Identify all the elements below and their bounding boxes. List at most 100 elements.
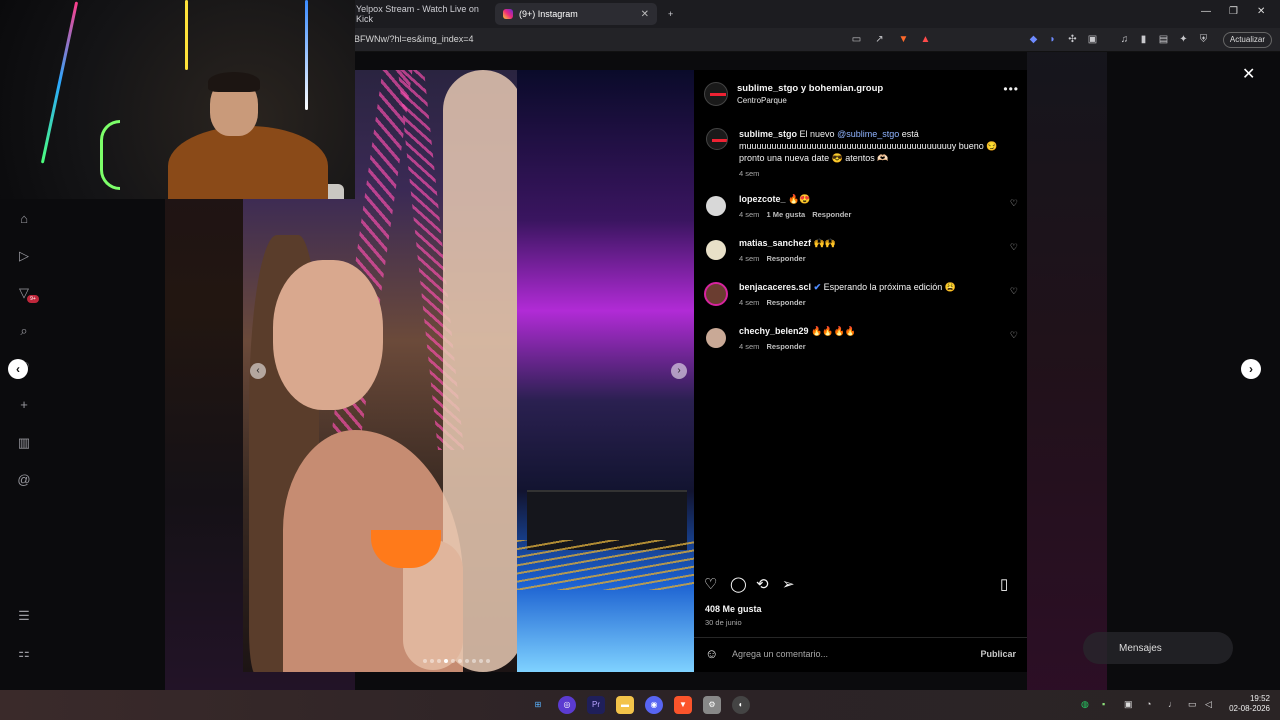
streamer-webcam [0, 0, 355, 199]
comment-icon[interactable]: ◯ [730, 575, 747, 593]
comment-like-icon[interactable]: ♡ [1010, 198, 1018, 209]
dj-cables [517, 540, 694, 590]
cast-icon[interactable]: ▭ [850, 33, 863, 46]
search-icon[interactable]: ⌕ [16, 323, 32, 339]
reply-button[interactable]: Responder [766, 298, 805, 307]
wallet-icon[interactable]: ▤ [1157, 33, 1170, 46]
face-shape [273, 260, 383, 410]
publish-button[interactable]: Publicar [980, 649, 1016, 659]
share-icon[interactable]: ➢ [782, 575, 795, 593]
system-clock[interactable]: 19:52 02-08-2026 [1229, 694, 1270, 714]
new-tab-button[interactable]: + [660, 3, 680, 25]
discord-icon[interactable]: ◉ [645, 696, 663, 714]
create-icon[interactable]: + [16, 397, 32, 413]
close-icon[interactable]: ✕ [1242, 64, 1255, 84]
premiere-icon[interactable]: Pr [587, 696, 605, 714]
vpn-icon[interactable]: ⛨ [1197, 33, 1210, 46]
comment-user[interactable]: benjacaceres.scl ✔ Esperando la próxima … [739, 282, 956, 293]
comment-like-icon[interactable]: ♡ [1010, 242, 1018, 253]
more-options-icon[interactable]: ••• [1003, 82, 1019, 96]
divider [694, 637, 1027, 638]
comment-like-icon[interactable]: ♡ [1010, 330, 1018, 341]
minimize-icon[interactable]: — [1201, 6, 1211, 17]
avatar[interactable] [706, 196, 726, 216]
carousel-dot [458, 659, 462, 663]
speech-icon[interactable]: ◗ [1046, 33, 1059, 46]
settings-icon[interactable]: ⚙ [703, 696, 721, 714]
verified-icon: ✔ [813, 282, 822, 292]
reply-button[interactable]: Responder [812, 210, 851, 219]
brave-icon[interactable]: ▼ [674, 696, 692, 714]
comment-user[interactable]: lopezcote_ 🔥😍 [739, 194, 810, 205]
tray-icon[interactable]: ◔ [1146, 699, 1151, 709]
like-icon[interactable]: ♡ [704, 575, 717, 593]
carousel-next-icon[interactable]: › [671, 363, 687, 379]
sidebar-icon[interactable]: ▮ [1137, 33, 1150, 46]
brave-shield-icon[interactable]: ▼ [897, 33, 910, 46]
home-icon[interactable]: ⌂ [16, 211, 32, 227]
tab-instagram[interactable]: (9+) Instagram ✕ [495, 3, 657, 25]
start-icon[interactable]: ⊞ [529, 696, 547, 714]
repost-icon[interactable]: ⟲ [756, 575, 769, 593]
avatar[interactable] [706, 240, 726, 260]
next-post-icon[interactable]: › [1241, 359, 1261, 379]
post-location[interactable]: CentroParque [737, 96, 787, 105]
messages-button[interactable]: Mensajes [1083, 632, 1233, 664]
close-tab-icon[interactable]: ✕ [641, 9, 649, 20]
prev-post-icon[interactable]: ‹ [8, 359, 28, 379]
whatsapp-icon[interactable]: ◍ [1081, 699, 1089, 710]
obs-icon[interactable]: ◐ [732, 696, 750, 714]
volume-icon[interactable]: ◁ [1205, 699, 1212, 710]
menu-icon[interactable]: ☰ [16, 608, 32, 624]
leo-ai-icon[interactable]: ✦ [1177, 33, 1190, 46]
comment-user[interactable]: matias_sanchezf 🙌🙌 [739, 238, 836, 249]
tray-icon[interactable]: ▣ [1124, 699, 1133, 710]
dashboard-icon[interactable]: ▥ [16, 435, 32, 451]
caption-user[interactable]: sublime_stgo [739, 129, 797, 139]
music-icon[interactable]: ♫ [1118, 33, 1131, 46]
app-icon[interactable]: ◎ [558, 696, 576, 714]
led-strip [40, 1, 79, 164]
post-caption: sublime_stgo El nuevo @sublime_stgo está… [739, 128, 1009, 164]
restore-icon[interactable]: ❐ [1229, 6, 1238, 17]
tab-kick-stream[interactable]: Yelpox Stream - Watch Live on Kick [348, 3, 488, 25]
update-button[interactable]: Actualizar [1222, 32, 1272, 48]
reply-button[interactable]: Responder [766, 342, 805, 351]
background-feed-right [1027, 52, 1107, 690]
avatar[interactable] [706, 128, 728, 150]
likes-count[interactable]: 408 Me gusta [705, 604, 762, 614]
save-icon[interactable]: ▯ [1000, 575, 1008, 593]
folder-icon[interactable]: ▬ [616, 696, 634, 714]
threads-icon[interactable]: @ [16, 472, 32, 488]
comment-item: matias_sanchezf 🙌🙌 4 sem Responder ♡ [694, 238, 1027, 278]
tray-icon[interactable]: ▪ [1102, 699, 1105, 709]
comment-meta: 4 sem Responder [739, 254, 806, 263]
post-details-panel: sublime_stgo y bohemian.group CentroParq… [694, 70, 1027, 672]
screenshot-icon[interactable]: ▣ [1086, 33, 1099, 46]
avatar[interactable] [706, 328, 726, 348]
reply-button[interactable]: Responder [766, 254, 805, 263]
comment-user[interactable]: chechy_belen29 🔥🔥🔥🔥 [739, 326, 856, 337]
reels-icon[interactable]: ▷ [16, 248, 32, 264]
brave-rewards-icon[interactable]: ▲ [919, 33, 932, 46]
window-close-icon[interactable]: ✕ [1257, 6, 1265, 17]
comment-meta: 4 sem Responder [739, 342, 806, 351]
extension-icon[interactable]: ◆ [1027, 33, 1040, 46]
caption-mention[interactable]: @sublime_stgo [837, 129, 899, 139]
emoji-icon[interactable]: ☺ [705, 646, 718, 661]
network-icon[interactable]: ▭ [1188, 699, 1197, 710]
comment-input[interactable]: Agrega un comentario... [732, 649, 828, 659]
post-actions: ♡ ◯ ⟲ ➢ ▯ [704, 575, 1017, 595]
puzzle-icon[interactable]: ✣ [1066, 33, 1079, 46]
more-apps-icon[interactable]: ⚏ [16, 645, 32, 661]
avatar[interactable] [704, 82, 728, 106]
carousel-prev-icon[interactable]: ‹ [250, 363, 266, 379]
microphone-icon[interactable]: ♩ [1168, 699, 1177, 709]
avatar-story-ring[interactable] [704, 282, 728, 306]
comment-item: benjacaceres.scl ✔ Esperando la próxima … [694, 282, 1027, 322]
carousel-dot [451, 659, 455, 663]
share-icon[interactable]: ↗ [873, 33, 886, 46]
post-header-user[interactable]: sublime_stgo y bohemian.group [737, 83, 883, 94]
comment-like-icon[interactable]: ♡ [1010, 286, 1018, 297]
url-text[interactable]: BFWNw/?hl=es&img_index=4 [354, 34, 474, 44]
